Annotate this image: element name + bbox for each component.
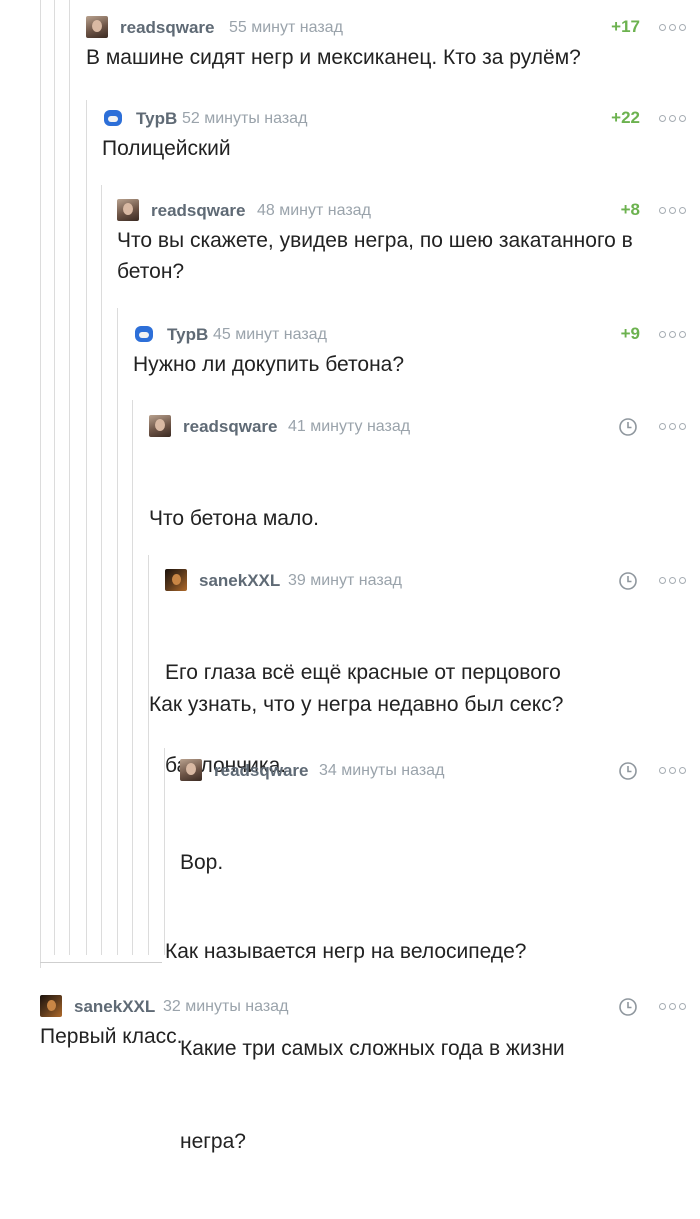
comment-header: TypB 45 минут назад +9 xyxy=(133,321,686,349)
thread-line xyxy=(40,0,41,968)
comment-header: readsqware 34 минуты назад xyxy=(180,757,686,785)
comment-header: sanekXXL 39 минут назад xyxy=(165,567,686,595)
more-options-icon[interactable] xyxy=(652,20,686,34)
text-line: Его глаза всё ещё красные от перцового xyxy=(165,661,561,684)
comment: readsqware 48 минут назад +8 Что вы скаж… xyxy=(117,197,686,287)
comment: sanekXXL 32 минуты назад Первый класс. xyxy=(40,993,686,1052)
text-line: негра? xyxy=(180,1130,246,1153)
rating: +22 xyxy=(611,108,640,127)
author-link[interactable]: sanekXXL xyxy=(74,997,155,1017)
avatar[interactable] xyxy=(133,323,155,345)
text-line: Что бетона мало. xyxy=(149,507,319,530)
text-line: Вор. xyxy=(180,851,224,874)
comment-header: TypB 52 минуты назад +22 xyxy=(102,105,686,133)
comment-text: В машине сидят негр и мексиканец. Кто за… xyxy=(86,46,581,69)
comment-header: readsqware 55 минут назад +17 xyxy=(86,14,686,42)
avatar[interactable] xyxy=(86,16,108,38)
author-link[interactable]: TypB xyxy=(167,325,208,345)
avatar[interactable] xyxy=(165,569,187,591)
thread-line xyxy=(132,400,133,955)
clock-icon xyxy=(619,762,637,780)
more-options-icon[interactable] xyxy=(652,203,686,217)
avatar[interactable] xyxy=(40,995,62,1017)
avatar[interactable] xyxy=(117,199,139,221)
more-options-icon[interactable] xyxy=(652,763,686,777)
comment-text: Что вы скажете, увидев негра, по шею зак… xyxy=(117,229,639,283)
clock-icon xyxy=(619,998,637,1016)
comment-text: Полицейский xyxy=(102,137,231,160)
thread-line xyxy=(86,100,87,955)
comment-time[interactable]: 41 минуту назад xyxy=(288,418,410,436)
comment-text: Нужно ли докупить бетона? xyxy=(133,353,405,376)
thread-line xyxy=(54,0,55,955)
rating: +17 xyxy=(611,17,640,36)
clock-icon xyxy=(619,418,637,436)
thread-divider xyxy=(40,962,162,963)
rating: +8 xyxy=(620,200,640,219)
more-options-icon[interactable] xyxy=(652,327,686,341)
comment-header: sanekXXL 32 минуты назад xyxy=(40,993,686,1021)
author-link[interactable]: readsqware xyxy=(214,761,309,781)
author-link[interactable]: readsqware xyxy=(151,201,246,221)
author-link[interactable]: TypB xyxy=(136,109,177,129)
rating: +9 xyxy=(620,324,640,343)
avatar[interactable] xyxy=(180,759,202,781)
comment-text: Первый класс. xyxy=(40,1025,183,1048)
comment-time[interactable]: 48 минут назад xyxy=(257,202,371,220)
author-link[interactable]: readsqware xyxy=(120,18,215,38)
comment-time[interactable]: 55 минут назад xyxy=(229,19,343,37)
comment-time[interactable]: 52 минуты назад xyxy=(182,110,307,128)
thread-line xyxy=(69,0,70,955)
avatar[interactable] xyxy=(149,415,171,437)
comment-header: readsqware 41 минуту назад xyxy=(149,413,686,441)
comment-time[interactable]: 39 минут назад xyxy=(288,572,402,590)
comment: readsqware 55 минут назад +17 В машине с… xyxy=(86,14,686,73)
thread-line xyxy=(117,308,118,955)
comment-time[interactable]: 34 минуты назад xyxy=(319,762,444,780)
comment: TypB 52 минуты назад +22 Полицейский xyxy=(102,105,686,164)
text-line xyxy=(180,940,686,971)
clock-icon xyxy=(619,572,637,590)
comment-time[interactable]: 32 минуты назад xyxy=(163,998,288,1016)
comment: TypB 45 минут назад +9 Нужно ли докупить… xyxy=(133,321,686,380)
more-options-icon[interactable] xyxy=(652,419,686,433)
comment-header: readsqware 48 минут назад +8 xyxy=(117,197,686,225)
more-options-icon[interactable] xyxy=(652,999,686,1013)
more-options-icon[interactable] xyxy=(652,573,686,587)
more-options-icon[interactable] xyxy=(652,111,686,125)
thread-line xyxy=(101,185,102,955)
author-link[interactable]: sanekXXL xyxy=(199,571,280,591)
avatar[interactable] xyxy=(102,107,124,129)
author-link[interactable]: readsqware xyxy=(183,417,278,437)
comment-time[interactable]: 45 минут назад xyxy=(213,326,327,344)
comment: readsqware 34 минуты назад Вор. Какие тр… xyxy=(180,757,686,1219)
